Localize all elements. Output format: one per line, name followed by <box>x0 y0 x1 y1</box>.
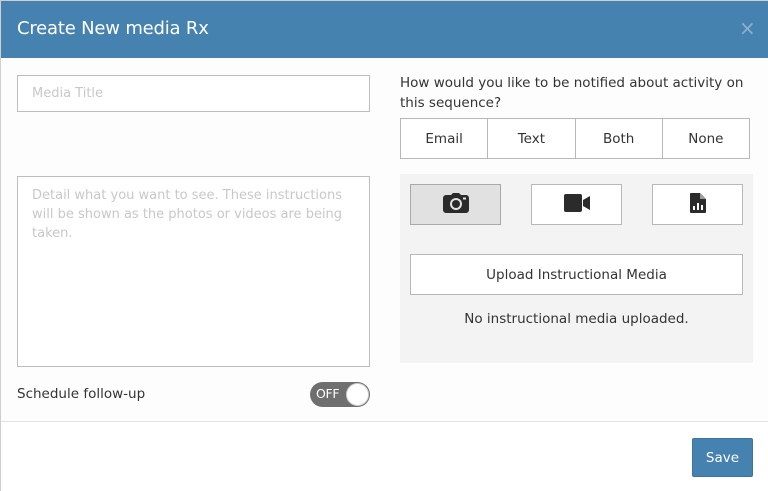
toggle-state-label: OFF <box>316 386 340 401</box>
notify-none-option[interactable]: None <box>663 119 749 158</box>
modal-title: Create New media Rx <box>17 18 209 39</box>
toggle-knob <box>346 383 369 406</box>
modal-footer: Save <box>1 421 768 491</box>
upload-instructional-media-button[interactable]: Upload Instructional Media <box>410 254 743 295</box>
notification-question: How would you like to be notified about … <box>400 75 744 111</box>
instructions-textarea[interactable] <box>17 176 370 367</box>
photo-type-button[interactable] <box>410 184 501 225</box>
video-camera-icon <box>563 193 590 216</box>
schedule-followup-label: Schedule follow-up <box>17 386 146 402</box>
notification-options: Email Text Both None <box>400 118 750 159</box>
media-title-input[interactable] <box>17 75 370 112</box>
schedule-followup-toggle[interactable]: OFF <box>310 382 370 407</box>
notify-email-option[interactable]: Email <box>401 119 489 158</box>
create-media-rx-modal: Create New media Rx × Schedule follow-up… <box>0 0 768 491</box>
camera-icon <box>442 192 469 217</box>
modal-body: Schedule follow-up OFF How would you lik… <box>1 58 768 421</box>
media-panel: Upload Instructional Media No instructio… <box>400 174 753 363</box>
save-button[interactable]: Save <box>692 438 753 477</box>
video-type-button[interactable] <box>531 184 622 225</box>
document-type-button[interactable] <box>652 184 743 225</box>
notify-both-option[interactable]: Both <box>576 119 663 158</box>
modal-header: Create New media Rx × <box>1 1 768 58</box>
no-media-message: No instructional media uploaded. <box>464 311 689 327</box>
notify-text-option[interactable]: Text <box>488 119 576 158</box>
document-chart-icon <box>689 192 706 217</box>
close-icon[interactable]: × <box>739 17 756 39</box>
